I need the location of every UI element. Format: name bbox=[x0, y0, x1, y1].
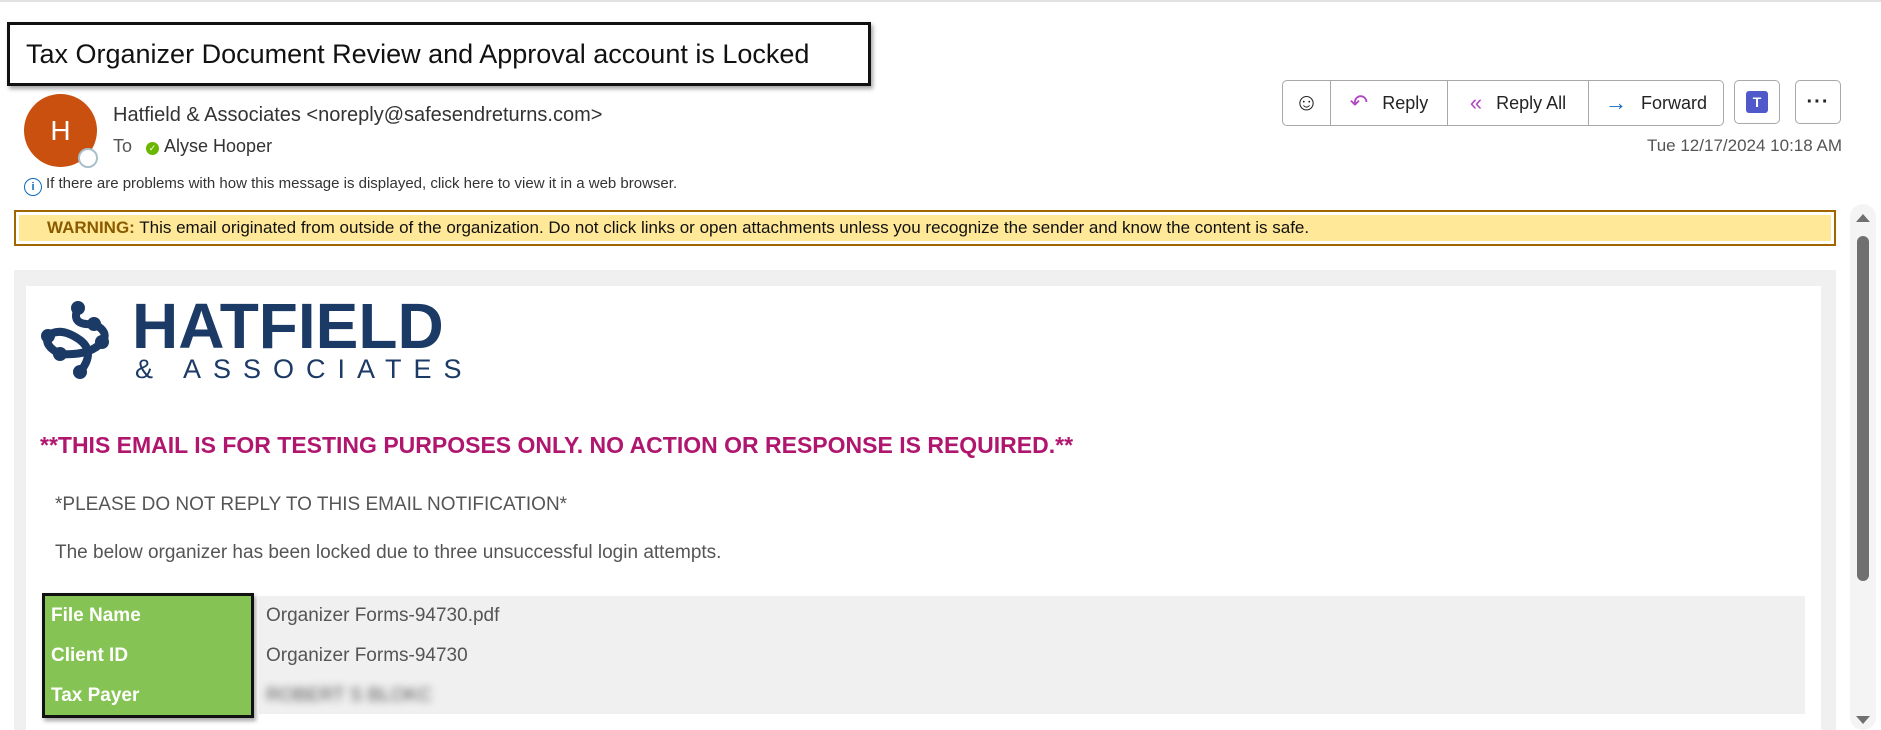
presence-status-icon bbox=[78, 148, 98, 168]
smiley-icon: ☺ bbox=[1294, 89, 1319, 116]
forward-arrow-icon: → bbox=[1605, 90, 1627, 115]
details-labels: File Name Client ID Tax Payer bbox=[42, 593, 254, 718]
file-name-value: Organizer Forms-94730.pdf bbox=[266, 605, 500, 626]
testing-notice: **THIS EMAIL IS FOR TESTING PURPOSES ONL… bbox=[40, 432, 1074, 458]
top-divider bbox=[0, 0, 1881, 2]
external-warning-banner: WARNING: This email originated from outs… bbox=[14, 210, 1836, 246]
warning-label: WARNING: bbox=[47, 218, 135, 237]
svg-text:& ASSOCIATES: & ASSOCIATES bbox=[135, 354, 470, 380]
forward-label: Forward bbox=[1641, 92, 1708, 113]
hatfield-logo: HATFIELD & ASSOCIATES bbox=[40, 290, 470, 385]
info-text: If there are problems with how this mess… bbox=[46, 175, 678, 192]
details-values: Organizer Forms-94730.pdf Organizer Form… bbox=[259, 596, 1805, 714]
more-options-button[interactable]: ··· bbox=[1795, 80, 1841, 124]
reply-all-icon: « bbox=[1469, 90, 1483, 115]
info-icon: i bbox=[24, 178, 42, 196]
client-id-value: Organizer Forms-94730 bbox=[266, 645, 468, 666]
available-check-icon: ✓ bbox=[146, 142, 160, 155]
sender[interactable]: Hatfield & Associates <noreply@safesendr… bbox=[113, 104, 602, 127]
file-name-label: File Name bbox=[51, 605, 141, 626]
recipient-name[interactable]: Alyse Hooper bbox=[164, 136, 272, 156]
ellipsis-icon: ··· bbox=[1806, 90, 1830, 113]
forward-button[interactable]: → Forward bbox=[1589, 81, 1723, 125]
svg-text:HATFIELD: HATFIELD bbox=[132, 296, 444, 362]
to-label: To bbox=[113, 136, 133, 156]
client-id-label: Client ID bbox=[51, 645, 129, 666]
lock-message: The below organizer has been locked due … bbox=[55, 542, 722, 563]
reaction-button[interactable]: ☺ bbox=[1283, 81, 1331, 125]
tax-payer-value: ROBERT S BLOKC bbox=[266, 685, 433, 706]
recipients-line: To ✓ Alyse Hooper bbox=[113, 136, 272, 157]
logo-mark-icon bbox=[41, 301, 109, 379]
teams-icon: T bbox=[1746, 91, 1768, 113]
tax-payer-label: Tax Payer bbox=[51, 685, 140, 706]
email-content: HATFIELD & ASSOCIATES **THIS EMAIL IS FO… bbox=[26, 286, 1821, 730]
teams-button[interactable]: T bbox=[1734, 80, 1780, 124]
no-reply-notice: *PLEASE DO NOT REPLY TO THIS EMAIL NOTIF… bbox=[55, 494, 568, 515]
reply-icon: ↶ bbox=[1349, 90, 1369, 115]
scrollbar-thumb[interactable] bbox=[1857, 236, 1869, 581]
vertical-scrollbar[interactable] bbox=[1850, 204, 1876, 730]
reply-all-button[interactable]: « Reply All bbox=[1448, 81, 1589, 125]
message-actions: ☺ ↶ Reply « Reply All → Forward bbox=[1282, 80, 1724, 126]
avatar-initial: H bbox=[50, 115, 71, 146]
reply-all-label: Reply All bbox=[1496, 92, 1567, 113]
scroll-up-arrow-icon[interactable] bbox=[1856, 214, 1870, 222]
scroll-down-arrow-icon[interactable] bbox=[1856, 716, 1870, 724]
reply-label: Reply bbox=[1382, 92, 1429, 113]
email-body: HATFIELD & ASSOCIATES **THIS EMAIL IS FO… bbox=[14, 270, 1836, 730]
warning-text: This email originated from outside of th… bbox=[134, 218, 1310, 237]
email-subject: Tax Organizer Document Review and Approv… bbox=[7, 22, 871, 86]
view-in-browser-link[interactable]: i If there are problems with how this mes… bbox=[24, 175, 677, 196]
reply-button[interactable]: ↶ Reply bbox=[1331, 81, 1448, 125]
received-date: Tue 12/17/2024 10:18 AM bbox=[1646, 136, 1842, 155]
